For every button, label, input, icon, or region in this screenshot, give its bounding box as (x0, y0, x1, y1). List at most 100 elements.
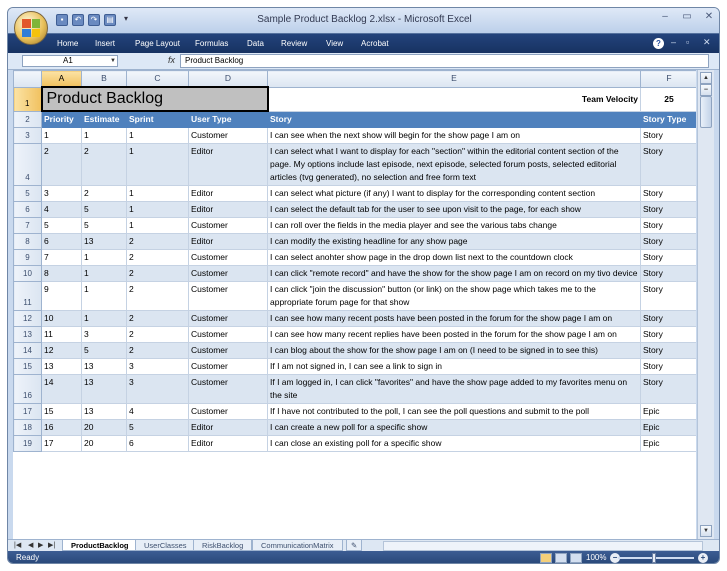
cell-priority[interactable]: 11 (41, 326, 82, 343)
row-header[interactable]: 18 (13, 419, 42, 436)
column-header[interactable]: E (267, 70, 641, 88)
scroll-down-icon[interactable]: ▼ (700, 525, 712, 537)
tab-acrobat[interactable]: Acrobat (361, 39, 389, 48)
cell-story-type[interactable]: Epic (640, 403, 696, 420)
cell-estimate[interactable]: 5 (81, 342, 127, 359)
select-all-corner[interactable] (13, 70, 42, 88)
cell-sprint[interactable]: 2 (126, 342, 189, 359)
ribbon-minimize-icon[interactable]: – (671, 37, 676, 47)
cell-priority[interactable]: 1 (41, 127, 82, 144)
column-header[interactable]: B (81, 70, 127, 88)
cell-priority[interactable]: 8 (41, 265, 82, 282)
column-header[interactable]: D (188, 70, 268, 88)
cell-priority[interactable]: 6 (41, 233, 82, 250)
cell-story[interactable]: I can select anohter show page in the dr… (267, 249, 641, 266)
cell-story-type[interactable]: Story (640, 342, 696, 359)
tab-home[interactable]: Home (57, 39, 78, 48)
maximize-icon[interactable]: ▭ (679, 10, 695, 24)
cell-story-type[interactable]: Story (640, 233, 696, 250)
row-header[interactable]: 19 (13, 435, 42, 452)
cell-story[interactable]: I can click "remote record" and have the… (267, 265, 641, 282)
row-header[interactable]: 2 (13, 110, 42, 128)
row-header[interactable]: 12 (13, 310, 42, 327)
cell-priority[interactable]: 10 (41, 310, 82, 327)
cell-priority[interactable]: 4 (41, 201, 82, 218)
cell-story[interactable]: I can modify the existing headline for a… (267, 233, 641, 250)
row-header[interactable]: 7 (13, 217, 42, 234)
header-estimate[interactable]: Estimate (81, 110, 127, 128)
cell-sprint[interactable]: 1 (126, 201, 189, 218)
tab-formulas[interactable]: Formulas (195, 39, 228, 48)
cell-story-type[interactable]: Epic (640, 419, 696, 436)
vertical-scrollbar[interactable]: ▲ ═ ▼ (697, 70, 714, 539)
cell-estimate[interactable]: 1 (81, 249, 127, 266)
zoom-level[interactable]: 100% (586, 553, 606, 562)
tab-review[interactable]: Review (281, 39, 307, 48)
row-header[interactable]: 1 (13, 86, 42, 112)
cell-estimate[interactable]: 20 (81, 419, 127, 436)
cell-priority[interactable]: 15 (41, 403, 82, 420)
help-icon[interactable]: ? (653, 38, 664, 49)
row-header[interactable]: 11 (13, 281, 42, 311)
cell-sprint[interactable]: 1 (126, 185, 189, 202)
row-header[interactable]: 9 (13, 249, 42, 266)
cell-story[interactable]: I can select what picture (if any) I wan… (267, 185, 641, 202)
split-handle-icon[interactable]: ═ (700, 84, 712, 96)
cell-priority[interactable]: 17 (41, 435, 82, 452)
cell-estimate[interactable]: 2 (81, 185, 127, 202)
cell-sprint[interactable]: 2 (126, 326, 189, 343)
cell-priority[interactable]: 14 (41, 374, 82, 404)
cell-sprint[interactable]: 2 (126, 281, 189, 311)
sheet-tab-productbacklog[interactable]: ProductBacklog (62, 540, 138, 551)
column-header[interactable]: F (640, 70, 696, 88)
cell-user-type[interactable]: Editor (188, 201, 268, 218)
cell-estimate[interactable]: 13 (81, 374, 127, 404)
cell-user-type[interactable]: Customer (188, 249, 268, 266)
cell-story[interactable]: If I have not contributed to the poll, I… (267, 403, 641, 420)
save-icon[interactable]: ▪ (56, 14, 68, 26)
cell-story-type[interactable]: Story (640, 310, 696, 327)
row-header[interactable]: 15 (13, 358, 42, 375)
scroll-up-icon[interactable]: ▲ (700, 72, 712, 84)
sheet-tab-riskbacklog[interactable]: RiskBacklog (193, 540, 253, 551)
cell-story-type[interactable]: Story (640, 358, 696, 375)
insert-function-icon[interactable]: fx (168, 55, 175, 65)
tab-page-layout[interactable]: Page Layout (135, 39, 180, 48)
cell-story[interactable]: I can blog about the show for the show p… (267, 342, 641, 359)
row-header[interactable]: 4 (13, 143, 42, 186)
zoom-in-icon[interactable]: + (698, 553, 708, 563)
cell-user-type[interactable]: Customer (188, 403, 268, 420)
cell-story-type[interactable]: Story (640, 374, 696, 404)
team-velocity-value[interactable]: 25 (640, 86, 696, 112)
page-layout-view-icon[interactable] (555, 553, 567, 563)
cell-estimate[interactable]: 1 (81, 281, 127, 311)
cell-priority[interactable]: 12 (41, 342, 82, 359)
row-header[interactable]: 6 (13, 201, 42, 218)
cell-priority[interactable]: 3 (41, 185, 82, 202)
cell-story-type[interactable]: Story (640, 217, 696, 234)
zoom-slider-thumb[interactable] (652, 553, 656, 563)
cell-user-type[interactable]: Editor (188, 419, 268, 436)
column-header[interactable]: A (41, 70, 82, 88)
cell-sprint[interactable]: 1 (126, 143, 189, 186)
row-header[interactable]: 17 (13, 403, 42, 420)
tab-view[interactable]: View (326, 39, 343, 48)
sheet-tab-communicationmatrix[interactable]: CommunicationMatrix (252, 540, 343, 551)
cell-story[interactable]: I can create a new poll for a specific s… (267, 419, 641, 436)
cell-estimate[interactable]: 13 (81, 358, 127, 375)
header-sprint[interactable]: Sprint (126, 110, 189, 128)
chevron-down-icon[interactable]: ▼ (110, 58, 116, 64)
cell-priority[interactable]: 7 (41, 249, 82, 266)
row-header[interactable]: 8 (13, 233, 42, 250)
cell-story[interactable]: I can see when the next show will begin … (267, 127, 641, 144)
cell-user-type[interactable]: Customer (188, 374, 268, 404)
last-sheet-icon[interactable]: ▶| (48, 541, 55, 549)
horizontal-scrollbar[interactable] (383, 541, 703, 551)
row-header[interactable]: 10 (13, 265, 42, 282)
next-sheet-icon[interactable]: ▶ (38, 541, 43, 549)
cell-estimate[interactable]: 2 (81, 143, 127, 186)
zoom-slider[interactable] (618, 557, 694, 559)
cell-story[interactable]: I can see how many recent posts have bee… (267, 310, 641, 327)
cell-sprint[interactable]: 2 (126, 265, 189, 282)
row-header[interactable]: 13 (13, 326, 42, 343)
